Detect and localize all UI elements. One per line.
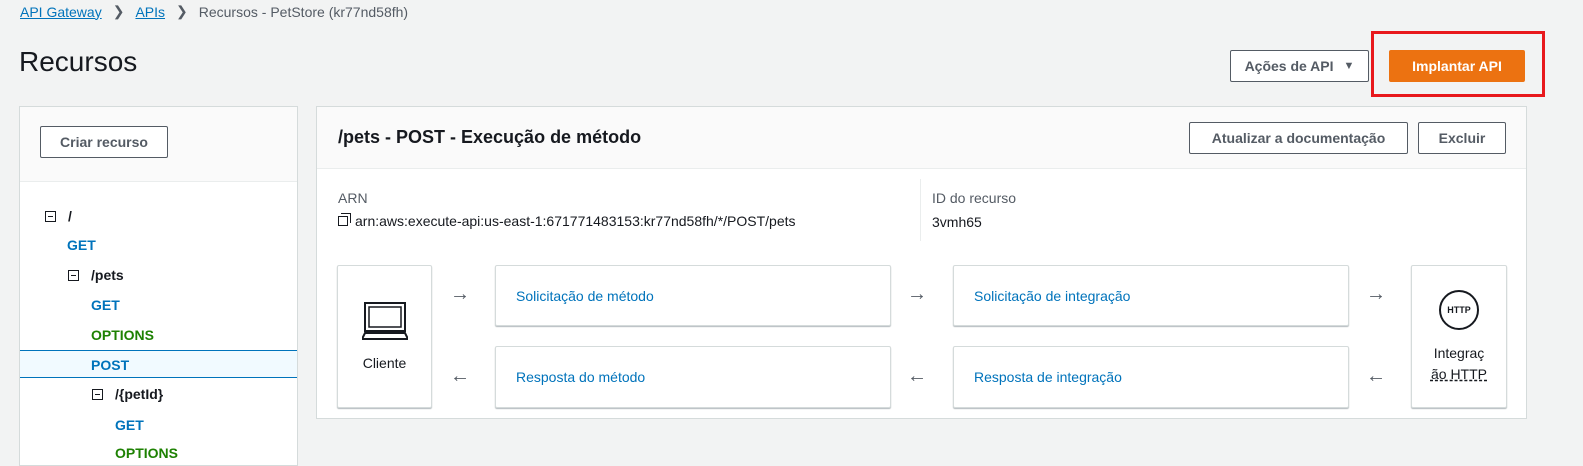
integration-request-link[interactable]: Solicitação de integração: [974, 266, 1130, 325]
collapse-icon[interactable]: [68, 269, 79, 281]
highlight-annotation: [1371, 31, 1545, 97]
resource-id-value: 3vmh65: [932, 214, 982, 230]
arrow-left-icon: ←: [450, 365, 470, 387]
tree-method-pets-get[interactable]: GET: [91, 297, 120, 313]
arrow-left-icon: ←: [1366, 365, 1386, 387]
laptop-icon: [362, 302, 408, 340]
http-badge-text: HTTP: [1447, 305, 1471, 315]
arrow-right-icon: →: [450, 283, 470, 305]
chevron-right-icon: ❯: [112, 3, 125, 19]
tree-resource-root[interactable]: /: [45, 208, 72, 224]
tree-resource-pets[interactable]: /pets: [68, 267, 124, 283]
delete-label: Excluir: [1438, 130, 1486, 146]
delete-button[interactable]: Excluir: [1418, 122, 1506, 154]
tree-label: POST: [91, 357, 130, 373]
http-integration-box: HTTP Integraç ão HTTP: [1411, 265, 1507, 408]
http-integration-label-line1: Integraç: [1433, 345, 1485, 361]
integration-response-link[interactable]: Resposta de integração: [974, 347, 1122, 407]
arn-value: arn:aws:execute-api:us-east-1:6717714831…: [338, 213, 796, 229]
method-response-link[interactable]: Resposta do método: [516, 347, 645, 407]
api-actions-label: Ações de API: [1244, 58, 1334, 74]
update-docs-button[interactable]: Atualizar a documentação: [1189, 122, 1408, 154]
integration-response-box[interactable]: Resposta de integração: [953, 346, 1349, 408]
create-resource-button[interactable]: Criar recurso: [40, 126, 168, 158]
selected-row-highlight: [20, 350, 297, 378]
tree-method-petid-get[interactable]: GET: [115, 417, 144, 433]
breadcrumb-current: Recursos - PetStore (kr77nd58fh): [198, 3, 409, 20]
tree-label: /pets: [91, 267, 124, 283]
method-request-link[interactable]: Solicitação de método: [516, 266, 654, 325]
resource-tree-panel: Criar recurso / GET /pets GET OPTIONS PO…: [19, 106, 298, 466]
arn-label: ARN: [338, 190, 368, 206]
arrow-right-icon: →: [907, 283, 927, 305]
breadcrumb: API Gateway ❯ APIs ❯ Recursos - PetStore…: [20, 3, 408, 20]
tree-method-pets-options[interactable]: OPTIONS: [91, 327, 154, 343]
tree-label: /: [68, 208, 72, 224]
method-request-box[interactable]: Solicitação de método: [495, 265, 891, 326]
page-title: Recursos: [19, 46, 138, 77]
tree-label: /{petId}: [115, 386, 164, 402]
integration-request-box[interactable]: Solicitação de integração: [953, 265, 1349, 326]
create-resource-label: Criar recurso: [60, 134, 148, 150]
method-execution-title: /pets - POST - Execução de método: [338, 127, 642, 147]
breadcrumb-apis[interactable]: APIs: [135, 4, 165, 20]
tree-label: GET: [67, 237, 96, 253]
api-actions-button[interactable]: Ações de API ▼: [1230, 50, 1369, 82]
http-integration-label-line2: ão HTTP: [1430, 366, 1487, 382]
tree-method-pets-post[interactable]: POST: [91, 357, 129, 373]
meta-divider: [920, 179, 921, 241]
tree-label: OPTIONS: [91, 327, 155, 343]
http-icon: HTTP: [1439, 290, 1479, 330]
collapse-icon[interactable]: [92, 388, 103, 400]
method-response-box[interactable]: Resposta do método: [495, 346, 891, 408]
update-docs-label: Atualizar a documentação: [1211, 130, 1386, 146]
breadcrumb-api-gateway[interactable]: API Gateway: [20, 4, 102, 20]
client-label: Cliente: [362, 355, 407, 371]
tree-label: GET: [115, 417, 144, 433]
chevron-right-icon: ❯: [176, 3, 188, 19]
arn-text: arn:aws:execute-api:us-east-1:6717714831…: [355, 213, 796, 229]
arrow-left-icon: ←: [907, 365, 927, 387]
copy-icon[interactable]: [338, 213, 351, 226]
tree-label: GET: [91, 297, 120, 313]
tree-method-root-get[interactable]: GET: [67, 237, 96, 253]
client-box: Cliente: [337, 265, 432, 408]
tree-resource-petid[interactable]: /{petId}: [92, 386, 163, 402]
tree-method-petid-options[interactable]: OPTIONS: [115, 445, 178, 461]
tree-label: OPTIONS: [115, 445, 179, 461]
method-execution-panel: /pets - POST - Execução de método Atuali…: [316, 106, 1527, 419]
caret-down-icon: ▼: [1343, 60, 1355, 72]
arrow-right-icon: →: [1366, 283, 1386, 305]
resource-id-label: ID do recurso: [932, 190, 1017, 206]
collapse-icon[interactable]: [45, 210, 56, 222]
